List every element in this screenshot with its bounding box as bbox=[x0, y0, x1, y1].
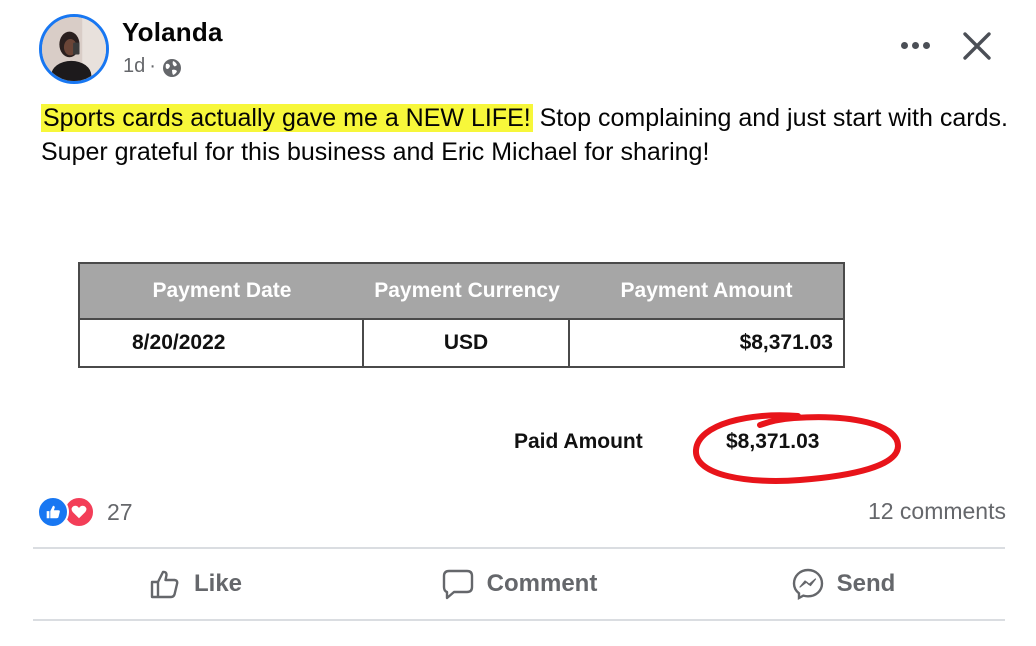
messenger-icon bbox=[792, 568, 823, 601]
avatar-photo bbox=[42, 17, 106, 81]
send-button[interactable]: Send bbox=[681, 550, 1005, 618]
cell-payment-currency: USD bbox=[364, 320, 570, 366]
send-label: Send bbox=[836, 570, 896, 597]
header-payment-currency: Payment Currency bbox=[374, 279, 560, 302]
divider-bottom bbox=[33, 619, 1005, 621]
like-label: Like bbox=[193, 570, 243, 597]
post-text: Sports cards actually gave me a NEW LIFE… bbox=[41, 101, 1011, 169]
like-button[interactable]: Like bbox=[33, 550, 357, 618]
close-icon[interactable] bbox=[959, 28, 995, 64]
payment-table: Payment Date Payment Currency Payment Am… bbox=[78, 262, 845, 368]
comment-label: Comment bbox=[486, 570, 598, 597]
comments-count[interactable]: 12 comments bbox=[868, 498, 1006, 525]
author-name[interactable]: Yolanda bbox=[122, 17, 223, 48]
post-actions: Like Comment Send bbox=[33, 550, 1005, 618]
reaction-summary[interactable]: 27 bbox=[37, 496, 133, 528]
payment-table-row: 8/20/2022 USD $8,371.03 bbox=[80, 318, 843, 366]
header-payment-amount: Payment Amount bbox=[620, 279, 793, 302]
red-circle-annotation bbox=[693, 412, 902, 484]
comment-bubble-icon bbox=[442, 569, 473, 600]
more-icon[interactable] bbox=[898, 34, 932, 56]
cell-payment-date: 8/20/2022 bbox=[80, 320, 364, 366]
post-meta: 1d · bbox=[123, 54, 182, 78]
globe-icon bbox=[162, 59, 181, 77]
thumbs-up-icon bbox=[37, 496, 69, 528]
highlighted-text: Sports cards actually gave me a NEW LIFE… bbox=[41, 104, 533, 132]
divider-top bbox=[33, 547, 1005, 549]
thumbs-up-outline-icon bbox=[150, 570, 179, 599]
comment-button[interactable]: Comment bbox=[357, 550, 681, 618]
author-avatar[interactable] bbox=[39, 14, 109, 84]
reaction-count: 27 bbox=[107, 498, 133, 525]
post-time[interactable]: 1d bbox=[123, 55, 145, 78]
cell-payment-amount: $8,371.03 bbox=[739, 331, 833, 354]
header-payment-date: Payment Date bbox=[152, 279, 292, 302]
payment-table-header: Payment Date Payment Currency Payment Am… bbox=[80, 264, 843, 318]
paid-amount-label: Paid Amount bbox=[514, 430, 643, 453]
meta-separator: · bbox=[149, 54, 156, 77]
